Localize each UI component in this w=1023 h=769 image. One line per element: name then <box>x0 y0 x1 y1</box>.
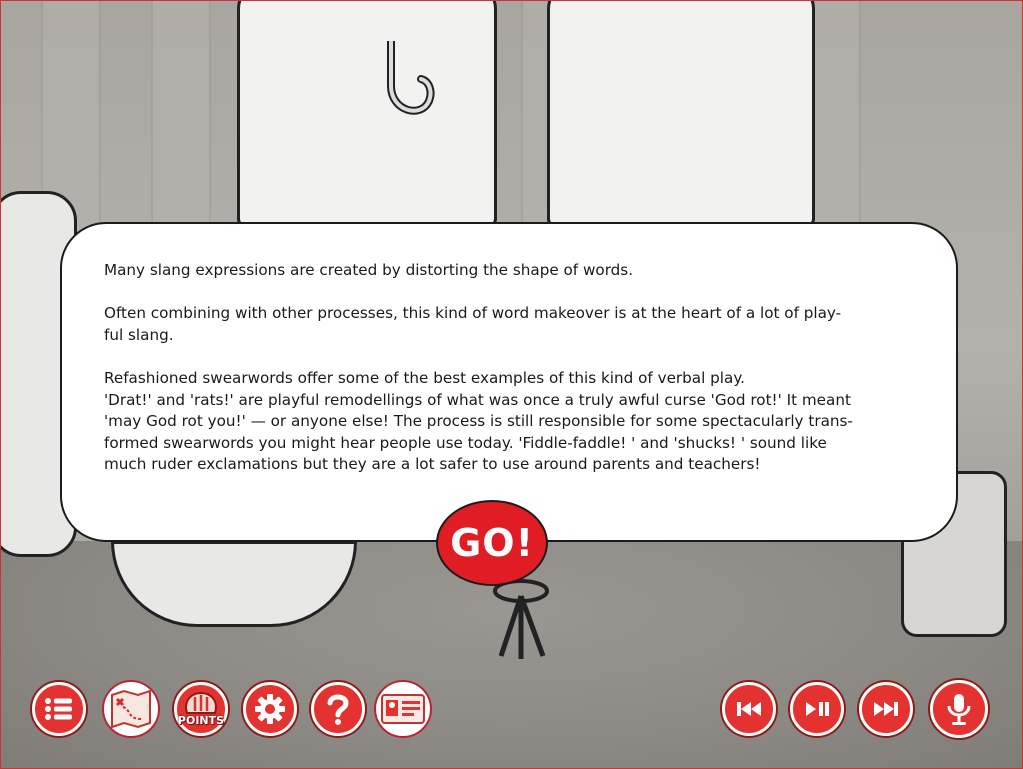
info-paragraph-3-line-2: 'Drat!' and 'rats!' are playful remodell… <box>104 390 851 409</box>
info-paragraph-1: Many slang expressions are created by di… <box>104 261 634 279</box>
play-pause-button[interactable] <box>790 682 844 736</box>
hook-icon <box>387 41 435 115</box>
info-paragraph-2-line-1: Often combining with other processes, th… <box>104 304 842 323</box>
settings-button[interactable] <box>243 682 297 736</box>
points-button[interactable]: POINTS <box>174 682 228 736</box>
info-paragraph-3-line-3: 'may God rot you!' — or anyone else! The… <box>104 412 853 431</box>
menu-list-icon <box>45 698 72 720</box>
gear-icon <box>255 694 285 724</box>
info-paragraph-3-line-4: formed swearwords you might hear people … <box>104 433 827 452</box>
points-label: POINTS <box>177 714 225 727</box>
info-paragraph-3-line-1: Refashioned swearwords offer some of the… <box>104 368 745 387</box>
go-button[interactable]: GO! <box>436 500 548 586</box>
play-pause-icon <box>806 702 829 716</box>
info-paragraph-2-line-2: ful slang. <box>104 325 174 344</box>
microphone-icon <box>947 694 971 725</box>
skip-back-button[interactable] <box>722 682 776 736</box>
microphone-button[interactable] <box>930 680 988 738</box>
id-card-icon <box>381 694 425 724</box>
skip-forward-icon <box>874 702 898 716</box>
info-card: Many slang expressions are created by di… <box>60 222 958 542</box>
menu-button[interactable] <box>32 682 86 736</box>
map-button[interactable] <box>104 682 158 736</box>
skip-back-icon <box>737 702 761 716</box>
treasure-map-icon <box>111 689 151 729</box>
help-icon <box>327 694 349 725</box>
skip-forward-button[interactable] <box>859 682 913 736</box>
right-jar <box>547 1 815 227</box>
help-button[interactable] <box>311 682 365 736</box>
info-paragraph-3-line-5: much ruder exclamations but they are a l… <box>104 455 761 474</box>
profile-card-button[interactable] <box>376 682 430 736</box>
points-icon <box>185 691 217 714</box>
info-text: Many slang expressions are created by di… <box>104 260 924 476</box>
